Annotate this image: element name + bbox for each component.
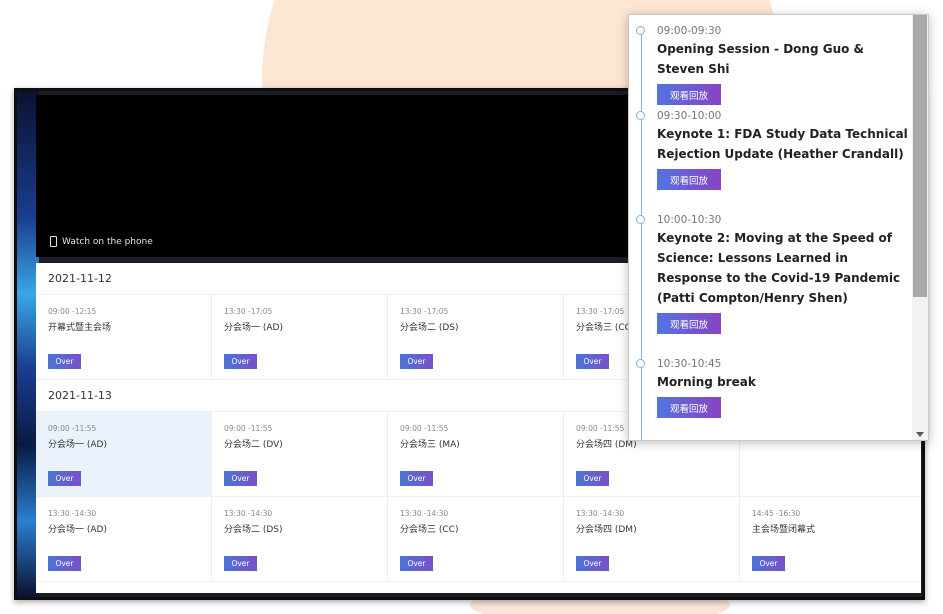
- timeline-dot-icon: [636, 359, 645, 368]
- over-button[interactable]: Over: [400, 354, 433, 369]
- over-button[interactable]: Over: [48, 556, 81, 571]
- watch-replay-button[interactable]: 观看回放: [657, 313, 721, 334]
- session-time: 13:30 -14:30: [48, 509, 97, 518]
- over-button[interactable]: Over: [400, 471, 433, 486]
- session-cell[interactable]: 09:00 -11:55 分会场二 (DV) Over: [212, 412, 388, 496]
- entry-title: Morning break: [657, 375, 756, 389]
- session-cell[interactable]: 09:00 -12:15 开幕式暨主会场 Over: [36, 295, 212, 379]
- entry-time: 09:30-10:00: [657, 110, 722, 122]
- over-button[interactable]: Over: [576, 354, 609, 369]
- scrollbar-thumb[interactable]: [913, 15, 927, 297]
- session-name: 分会场一 (AD): [48, 440, 107, 450]
- entry-title: Opening Session - Dong Guo & Steven Shi: [657, 42, 864, 76]
- over-button[interactable]: Over: [224, 556, 257, 571]
- session-cell[interactable]: 13:30 -17:05 分会场一 (AD) Over: [212, 295, 388, 379]
- session-time: 13:30 -17:05: [400, 307, 449, 316]
- watch-replay-button[interactable]: 观看回放: [657, 169, 721, 190]
- entry-time: 10:30-10:45: [657, 358, 722, 370]
- session-time: 09:00 -11:55: [48, 424, 97, 433]
- entry-time: 09:00-09:30: [657, 25, 722, 37]
- over-button[interactable]: Over: [48, 471, 81, 486]
- entry-title: Keynote 2: Moving at the Speed of Scienc…: [657, 231, 901, 305]
- session-name: 开幕式暨主会场: [48, 323, 112, 333]
- schedule-row: 13:30 -14:30 分会场一 (AD) Over 13:30 -14:30…: [36, 497, 921, 582]
- session-name: 分会场二 (DV): [224, 440, 283, 450]
- timeline-dot-icon: [636, 111, 645, 120]
- session-time: 09:00 -12:15: [48, 307, 97, 316]
- session-cell[interactable]: 13:30 -17:05 分会场二 (DS) Over: [388, 295, 564, 379]
- session-time: 14:45 -16:30: [752, 509, 801, 518]
- session-time: 09:00 -11:55: [400, 424, 449, 433]
- over-button[interactable]: Over: [400, 556, 433, 571]
- over-button[interactable]: Over: [224, 354, 257, 369]
- over-button[interactable]: Over: [576, 556, 609, 571]
- entry-title: Keynote 1: FDA Study Data Technical Reje…: [657, 127, 908, 161]
- session-cell[interactable]: 13:30 -14:30 分会场三 (CC) Over: [388, 497, 564, 581]
- session-cell[interactable]: 13:30 -14:30 分会场一 (AD) Over: [36, 497, 212, 581]
- session-cell[interactable]: 13:30 -14:30 分会场四 (DM) Over: [564, 497, 740, 581]
- over-button[interactable]: Over: [48, 354, 81, 369]
- watch-replay-button[interactable]: 观看回放: [657, 84, 721, 105]
- watch-on-phone-link[interactable]: Watch on the phone: [50, 236, 153, 247]
- session-name: 主会场暨闭幕式: [752, 525, 816, 535]
- session-cell[interactable]: 14:45 -16:30 主会场暨闭幕式 Over: [740, 497, 921, 581]
- timeline-dot-icon: [636, 215, 645, 224]
- over-button[interactable]: Over: [752, 556, 785, 571]
- session-name: 分会场四 (DM): [576, 525, 637, 535]
- session-name: 分会场三 (CC): [400, 525, 459, 535]
- session-time: 13:30 -17:05: [224, 307, 273, 316]
- session-time: 13:30 -14:30: [400, 509, 449, 518]
- popup-scrollbar[interactable]: [912, 15, 928, 440]
- timeline-line: [641, 33, 642, 440]
- session-cell[interactable]: 09:00 -11:55 分会场三 (MA) Over: [388, 412, 564, 496]
- phone-icon: [50, 236, 57, 247]
- over-button[interactable]: Over: [224, 471, 257, 486]
- watch-on-phone-label: Watch on the phone: [62, 236, 153, 247]
- timeline-entry: 09:30-10:00 Keynote 1: FDA Study Data Te…: [636, 110, 913, 190]
- session-time: 13:30 -14:30: [576, 509, 625, 518]
- session-name: 分会场三 (MA): [400, 440, 460, 450]
- session-name: 分会场二 (DS): [400, 323, 459, 333]
- scroll-down-arrow-icon[interactable]: [916, 432, 924, 437]
- session-cell-selected[interactable]: 09:00 -11:55 分会场一 (AD) Over: [36, 412, 212, 496]
- over-button[interactable]: Over: [576, 471, 609, 486]
- timeline-entry: 09:00-09:30 Opening Session - Dong Guo &…: [636, 25, 913, 105]
- session-cell[interactable]: 13:30 -14:30 分会场二 (DS) Over: [212, 497, 388, 581]
- session-time: 13:30 -14:30: [224, 509, 273, 518]
- entry-time: 10:00-10:30: [657, 214, 722, 226]
- session-name: 分会场一 (AD): [224, 323, 283, 333]
- session-time: 09:00 -11:55: [224, 424, 273, 433]
- session-detail-popup: 09:00-09:30 Opening Session - Dong Guo &…: [628, 14, 929, 441]
- session-name: 分会场一 (AD): [48, 525, 107, 535]
- timeline-entry: 10:00-10:30 Keynote 2: Moving at the Spe…: [636, 214, 913, 334]
- timeline-dot-icon: [636, 26, 645, 35]
- session-name: 分会场二 (DS): [224, 525, 283, 535]
- timeline-entry: 10:30-10:45 Morning break 观看回放: [636, 358, 913, 418]
- watch-replay-button[interactable]: 观看回放: [657, 397, 721, 418]
